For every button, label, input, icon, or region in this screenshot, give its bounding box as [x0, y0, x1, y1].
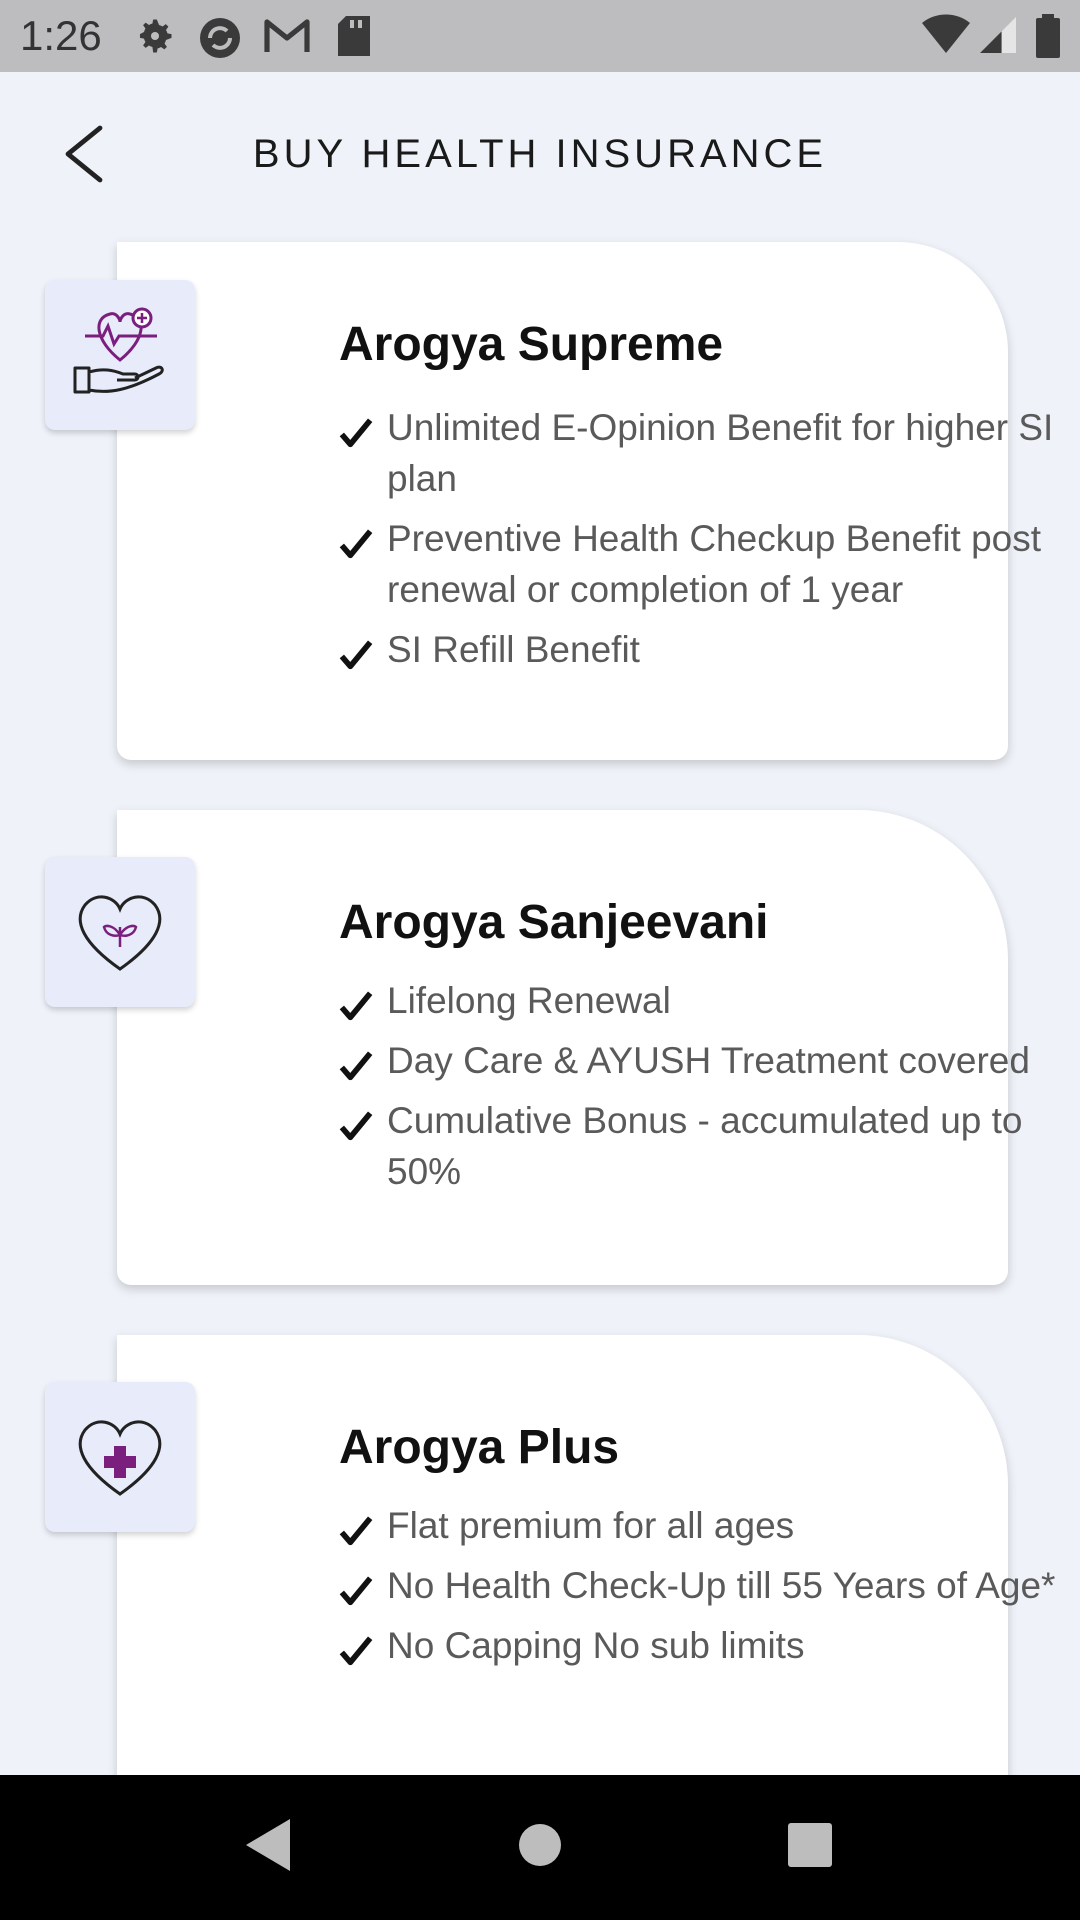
sync-icon [200, 18, 240, 58]
plan-icon-tile [45, 280, 195, 430]
plan-title: Arogya Supreme [339, 318, 724, 371]
plan-icon-tile [45, 1382, 195, 1532]
checkmark-icon [339, 418, 373, 448]
back-nav-icon[interactable] [244, 1817, 292, 1873]
wifi-icon [922, 14, 970, 54]
plan-features-list: Flat premium for all ages No Health Chec… [339, 1500, 1080, 1680]
feature-item: Cumulative Bonus - accumulated up to 50% [339, 1095, 1080, 1197]
feature-item: Lifelong Renewal [339, 975, 1080, 1026]
feature-item: No Health Check-Up till 55 Years of Age* [339, 1560, 1080, 1611]
gmail-icon [264, 19, 310, 52]
feature-item: Day Care & AYUSH Treatment covered [339, 1035, 1080, 1086]
checkmark-icon [339, 1516, 373, 1546]
heart-hand-icon [73, 307, 164, 394]
checkmark-icon [339, 1051, 373, 1081]
top-app-bar: BUY HEALTH INSURANCE [0, 72, 1080, 242]
battery-icon [1036, 14, 1060, 58]
recents-nav-icon[interactable] [786, 1817, 834, 1873]
sd-card-icon [338, 16, 370, 56]
feature-item: Flat premium for all ages [339, 1500, 1080, 1551]
gear-icon [139, 19, 172, 53]
checkmark-icon [339, 1111, 373, 1141]
checkmark-icon [339, 640, 373, 670]
status-time: 1:26 [20, 12, 102, 59]
plan-title: Arogya Plus [339, 1421, 620, 1474]
feature-item: No Capping No sub limits [339, 1620, 1080, 1671]
page-title: BUY HEALTH INSURANCE [252, 132, 828, 176]
plan-title: Arogya Sanjeevani [339, 896, 769, 949]
status-bar: 1:26 [0, 0, 1080, 72]
checkmark-icon [339, 1636, 373, 1666]
plan-features-list: Unlimited E-Opinion Benefit for higher S… [339, 402, 1080, 684]
feature-item: SI Refill Benefit [339, 624, 1080, 675]
heart-leaf-icon [78, 895, 162, 971]
plan-icon-tile [45, 857, 195, 1007]
home-nav-icon[interactable] [518, 1817, 562, 1873]
heart-cross-icon [78, 1420, 162, 1496]
feature-item: Preventive Health Checkup Benefit post r… [339, 513, 1080, 615]
plan-card-arogya-sanjeevani[interactable]: Arogya Sanjeevani Lifelong Renewal Day C… [117, 810, 1030, 1285]
plan-features-list: Lifelong Renewal Day Care & AYUSH Treatm… [339, 975, 1080, 1206]
system-nav-bar [0, 1775, 1080, 1920]
checkmark-icon [339, 991, 373, 1021]
signal-icon [980, 17, 1016, 53]
feature-item: Unlimited E-Opinion Benefit for higher S… [339, 402, 1080, 504]
checkmark-icon [339, 1576, 373, 1606]
checkmark-icon [339, 529, 373, 559]
plan-card-arogya-supreme[interactable]: Arogya Supreme Unlimited E-Opinion Benef… [117, 242, 1053, 760]
